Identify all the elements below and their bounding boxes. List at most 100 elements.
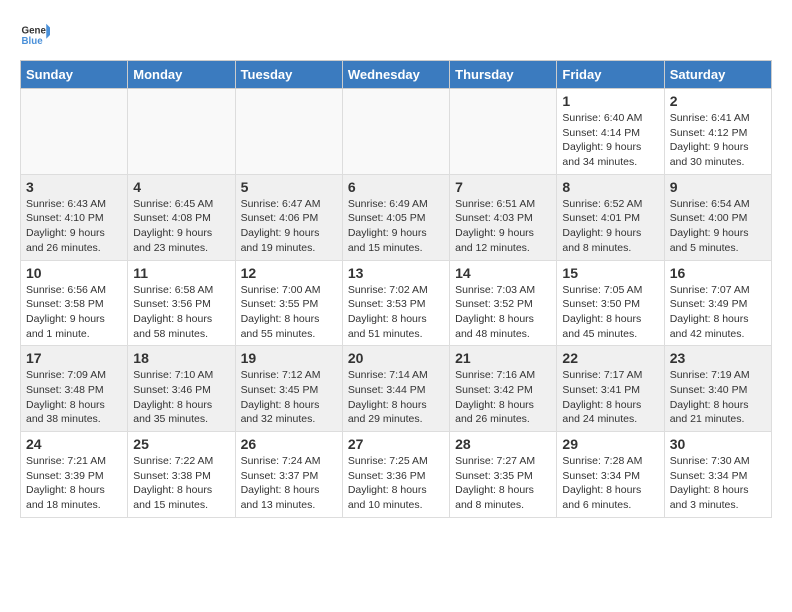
day-info: Sunrise: 7:00 AMSunset: 3:55 PMDaylight:… (241, 283, 337, 342)
weekday-header-saturday: Saturday (664, 61, 771, 89)
calendar-cell: 9 Sunrise: 6:54 AMSunset: 4:00 PMDaylight… (664, 174, 771, 260)
day-number: 24 (26, 436, 122, 452)
calendar-cell: 24 Sunrise: 7:21 AMSunset: 3:39 PMDayligh… (21, 432, 128, 518)
day-info: Sunrise: 6:43 AMSunset: 4:10 PMDaylight:… (26, 197, 122, 256)
day-number: 16 (670, 265, 766, 281)
calendar-cell: 21Sunrise: 7:16 AMSunset: 3:42 PMDayligh… (450, 346, 557, 432)
day-number: 14 (455, 265, 551, 281)
calendar-cell: 2 Sunrise: 6:41 AMSunset: 4:12 PMDaylight… (664, 89, 771, 175)
calendar-cell: 13 Sunrise: 7:02 AMSunset: 3:53 PMDayligh… (342, 260, 449, 346)
day-number: 3 (26, 179, 122, 195)
day-info: Sunrise: 6:56 AMSunset: 3:58 PMDaylight:… (26, 283, 122, 342)
calendar-cell: 14Sunrise: 7:03 AMSunset: 3:52 PMDayligh… (450, 260, 557, 346)
day-info: Sunrise: 7:16 AMSunset: 3:42 PMDaylight:… (455, 368, 551, 427)
day-info: Sunrise: 7:12 AMSunset: 3:45 PMDaylight:… (241, 368, 337, 427)
day-number: 5 (241, 179, 337, 195)
calendar-cell (450, 89, 557, 175)
day-number: 19 (241, 350, 337, 366)
day-number: 22 (562, 350, 658, 366)
calendar-cell: 8 Sunrise: 6:52 AMSunset: 4:01 PMDaylight… (557, 174, 664, 260)
day-info: Sunrise: 6:52 AMSunset: 4:01 PMDaylight:… (562, 197, 658, 256)
day-number: 8 (562, 179, 658, 195)
day-number: 9 (670, 179, 766, 195)
day-info: Sunrise: 7:30 AMSunset: 3:34 PMDaylight:… (670, 454, 766, 513)
calendar-cell: 16 Sunrise: 7:07 AMSunset: 3:49 PMDayligh… (664, 260, 771, 346)
day-info: Sunrise: 7:27 AMSunset: 3:35 PMDaylight:… (455, 454, 551, 513)
calendar-cell: 11 Sunrise: 6:58 AMSunset: 3:56 PMDayligh… (128, 260, 235, 346)
calendar-header-row: SundayMondayTuesdayWednesdayThursdayFrid… (21, 61, 772, 89)
calendar-cell: 12 Sunrise: 7:00 AMSunset: 3:55 PMDayligh… (235, 260, 342, 346)
day-number: 29 (562, 436, 658, 452)
calendar-cell: 26 Sunrise: 7:24 AMSunset: 3:37 PMDayligh… (235, 432, 342, 518)
day-info: Sunrise: 7:28 AMSunset: 3:34 PMDaylight:… (562, 454, 658, 513)
calendar-cell: 25 Sunrise: 7:22 AMSunset: 3:38 PMDayligh… (128, 432, 235, 518)
day-info: Sunrise: 7:14 AMSunset: 3:44 PMDaylight:… (348, 368, 444, 427)
weekday-header-monday: Monday (128, 61, 235, 89)
calendar-cell: 6 Sunrise: 6:49 AMSunset: 4:05 PMDaylight… (342, 174, 449, 260)
day-number: 11 (133, 265, 229, 281)
day-number: 28 (455, 436, 551, 452)
calendar-cell: 28 Sunrise: 7:27 AMSunset: 3:35 PMDayligh… (450, 432, 557, 518)
calendar-cell: 15 Sunrise: 7:05 AMSunset: 3:50 PMDayligh… (557, 260, 664, 346)
calendar-cell: 27Sunrise: 7:25 AMSunset: 3:36 PMDayligh… (342, 432, 449, 518)
day-info: Sunrise: 6:54 AMSunset: 4:00 PMDaylight:… (670, 197, 766, 256)
calendar-table: SundayMondayTuesdayWednesdayThursdayFrid… (20, 60, 772, 518)
day-info: Sunrise: 7:19 AMSunset: 3:40 PMDaylight:… (670, 368, 766, 427)
calendar-week-4: 17 Sunrise: 7:09 AMSunset: 3:48 PMDayligh… (21, 346, 772, 432)
calendar-cell (21, 89, 128, 175)
day-info: Sunrise: 6:58 AMSunset: 3:56 PMDaylight:… (133, 283, 229, 342)
day-info: Sunrise: 6:45 AMSunset: 4:08 PMDaylight:… (133, 197, 229, 256)
day-number: 23 (670, 350, 766, 366)
calendar-cell: 29 Sunrise: 7:28 AMSunset: 3:34 PMDayligh… (557, 432, 664, 518)
day-info: Sunrise: 7:24 AMSunset: 3:37 PMDaylight:… (241, 454, 337, 513)
calendar-body: 1Sunrise: 6:40 AMSunset: 4:14 PMDaylight… (21, 89, 772, 518)
svg-text:General: General (22, 26, 51, 37)
calendar-cell (235, 89, 342, 175)
day-info: Sunrise: 7:02 AMSunset: 3:53 PMDaylight:… (348, 283, 444, 342)
calendar-cell: 3 Sunrise: 6:43 AMSunset: 4:10 PMDaylight… (21, 174, 128, 260)
weekday-header-friday: Friday (557, 61, 664, 89)
calendar-cell: 23 Sunrise: 7:19 AMSunset: 3:40 PMDayligh… (664, 346, 771, 432)
day-info: Sunrise: 6:41 AMSunset: 4:12 PMDaylight:… (670, 111, 766, 170)
day-number: 4 (133, 179, 229, 195)
day-number: 26 (241, 436, 337, 452)
day-number: 18 (133, 350, 229, 366)
calendar-cell: 30Sunrise: 7:30 AMSunset: 3:34 PMDayligh… (664, 432, 771, 518)
weekday-header-wednesday: Wednesday (342, 61, 449, 89)
calendar-week-3: 10 Sunrise: 6:56 AMSunset: 3:58 PMDayligh… (21, 260, 772, 346)
day-number: 25 (133, 436, 229, 452)
weekday-header-thursday: Thursday (450, 61, 557, 89)
day-number: 12 (241, 265, 337, 281)
day-number: 10 (26, 265, 122, 281)
day-number: 7 (455, 179, 551, 195)
day-number: 2 (670, 93, 766, 109)
day-info: Sunrise: 7:10 AMSunset: 3:46 PMDaylight:… (133, 368, 229, 427)
day-info: Sunrise: 6:47 AMSunset: 4:06 PMDaylight:… (241, 197, 337, 256)
calendar-cell: 18 Sunrise: 7:10 AMSunset: 3:46 PMDayligh… (128, 346, 235, 432)
svg-text:Blue: Blue (22, 36, 44, 47)
day-info: Sunrise: 7:17 AMSunset: 3:41 PMDaylight:… (562, 368, 658, 427)
calendar-week-5: 24 Sunrise: 7:21 AMSunset: 3:39 PMDayligh… (21, 432, 772, 518)
calendar-cell (128, 89, 235, 175)
day-info: Sunrise: 7:25 AMSunset: 3:36 PMDaylight:… (348, 454, 444, 513)
day-info: Sunrise: 7:21 AMSunset: 3:39 PMDaylight:… (26, 454, 122, 513)
weekday-header-sunday: Sunday (21, 61, 128, 89)
calendar-week-1: 1Sunrise: 6:40 AMSunset: 4:14 PMDaylight… (21, 89, 772, 175)
day-number: 6 (348, 179, 444, 195)
day-info: Sunrise: 7:22 AMSunset: 3:38 PMDaylight:… (133, 454, 229, 513)
calendar-cell: 7 Sunrise: 6:51 AMSunset: 4:03 PMDaylight… (450, 174, 557, 260)
page-header: General Blue (20, 20, 772, 50)
day-info: Sunrise: 6:51 AMSunset: 4:03 PMDaylight:… (455, 197, 551, 256)
day-info: Sunrise: 7:07 AMSunset: 3:49 PMDaylight:… (670, 283, 766, 342)
calendar-week-2: 3 Sunrise: 6:43 AMSunset: 4:10 PMDaylight… (21, 174, 772, 260)
day-info: Sunrise: 7:05 AMSunset: 3:50 PMDaylight:… (562, 283, 658, 342)
day-number: 15 (562, 265, 658, 281)
day-info: Sunrise: 6:49 AMSunset: 4:05 PMDaylight:… (348, 197, 444, 256)
calendar-cell: 17 Sunrise: 7:09 AMSunset: 3:48 PMDayligh… (21, 346, 128, 432)
day-number: 13 (348, 265, 444, 281)
day-info: Sunrise: 7:09 AMSunset: 3:48 PMDaylight:… (26, 368, 122, 427)
calendar-cell: 19 Sunrise: 7:12 AMSunset: 3:45 PMDayligh… (235, 346, 342, 432)
day-number: 17 (26, 350, 122, 366)
calendar-cell: 4 Sunrise: 6:45 AMSunset: 4:08 PMDaylight… (128, 174, 235, 260)
day-number: 1 (562, 93, 658, 109)
